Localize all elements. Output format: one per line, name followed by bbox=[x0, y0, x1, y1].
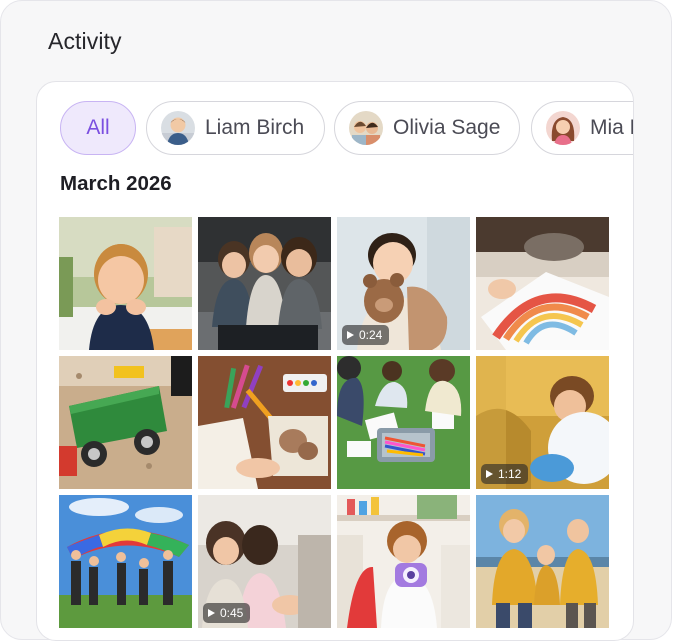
photo-thumbnail bbox=[59, 217, 192, 350]
play-icon bbox=[347, 331, 354, 339]
video-duration: 1:12 bbox=[498, 467, 522, 481]
filter-chip-all[interactable]: All bbox=[60, 101, 136, 155]
avatar bbox=[546, 111, 580, 145]
filter-chip-liam-birch[interactable]: Liam Birch bbox=[146, 101, 325, 155]
media-tile[interactable] bbox=[476, 217, 609, 350]
media-tile[interactable] bbox=[337, 495, 470, 628]
video-duration-badge: 0:24 bbox=[342, 325, 390, 345]
photo-thumbnail bbox=[476, 217, 609, 350]
photo-thumbnail bbox=[337, 356, 470, 489]
page-title: Activity bbox=[48, 28, 122, 54]
play-icon bbox=[486, 470, 493, 478]
photo-thumbnail bbox=[198, 356, 331, 489]
photo-thumbnail bbox=[59, 356, 192, 489]
child-filter-bar[interactable]: All Liam Birch Olivia Sage Mia bbox=[60, 101, 633, 157]
video-duration-badge: 1:12 bbox=[481, 464, 529, 484]
media-tile[interactable] bbox=[59, 495, 192, 628]
filter-chip-label: All bbox=[86, 116, 110, 139]
photo-thumbnail bbox=[198, 217, 331, 350]
avatar bbox=[349, 111, 383, 145]
photo-thumbnail bbox=[337, 495, 470, 628]
avatar bbox=[161, 111, 195, 145]
media-tile[interactable]: 0:24 bbox=[337, 217, 470, 350]
media-tile[interactable]: 1:12 bbox=[476, 356, 609, 489]
media-tile[interactable] bbox=[59, 217, 192, 350]
media-tile[interactable] bbox=[198, 356, 331, 489]
filter-chip-mia[interactable]: Mia L bbox=[531, 101, 633, 155]
filter-chip-olivia-sage[interactable]: Olivia Sage bbox=[334, 101, 520, 155]
filter-chip-label: Olivia Sage bbox=[393, 116, 501, 139]
video-duration: 0:24 bbox=[359, 328, 383, 342]
media-tile[interactable]: 0:45 bbox=[198, 495, 331, 628]
media-tile[interactable] bbox=[337, 356, 470, 489]
video-duration: 0:45 bbox=[220, 606, 244, 620]
filter-chip-label: Mia L bbox=[590, 116, 633, 139]
play-icon bbox=[208, 609, 215, 617]
filter-chip-label: Liam Birch bbox=[205, 116, 305, 139]
media-tile[interactable] bbox=[476, 495, 609, 628]
month-heading: March 2026 bbox=[60, 172, 172, 195]
media-tile[interactable] bbox=[198, 217, 331, 350]
media-tile[interactable] bbox=[59, 356, 192, 489]
activity-feed-card: All Liam Birch Olivia Sage Mia March 202… bbox=[36, 81, 634, 641]
photo-thumbnail bbox=[59, 495, 192, 628]
video-duration-badge: 0:45 bbox=[203, 603, 251, 623]
photo-thumbnail bbox=[476, 495, 609, 628]
activity-panel: Activity All Liam Birch Olivia Sage Mia … bbox=[0, 0, 672, 641]
